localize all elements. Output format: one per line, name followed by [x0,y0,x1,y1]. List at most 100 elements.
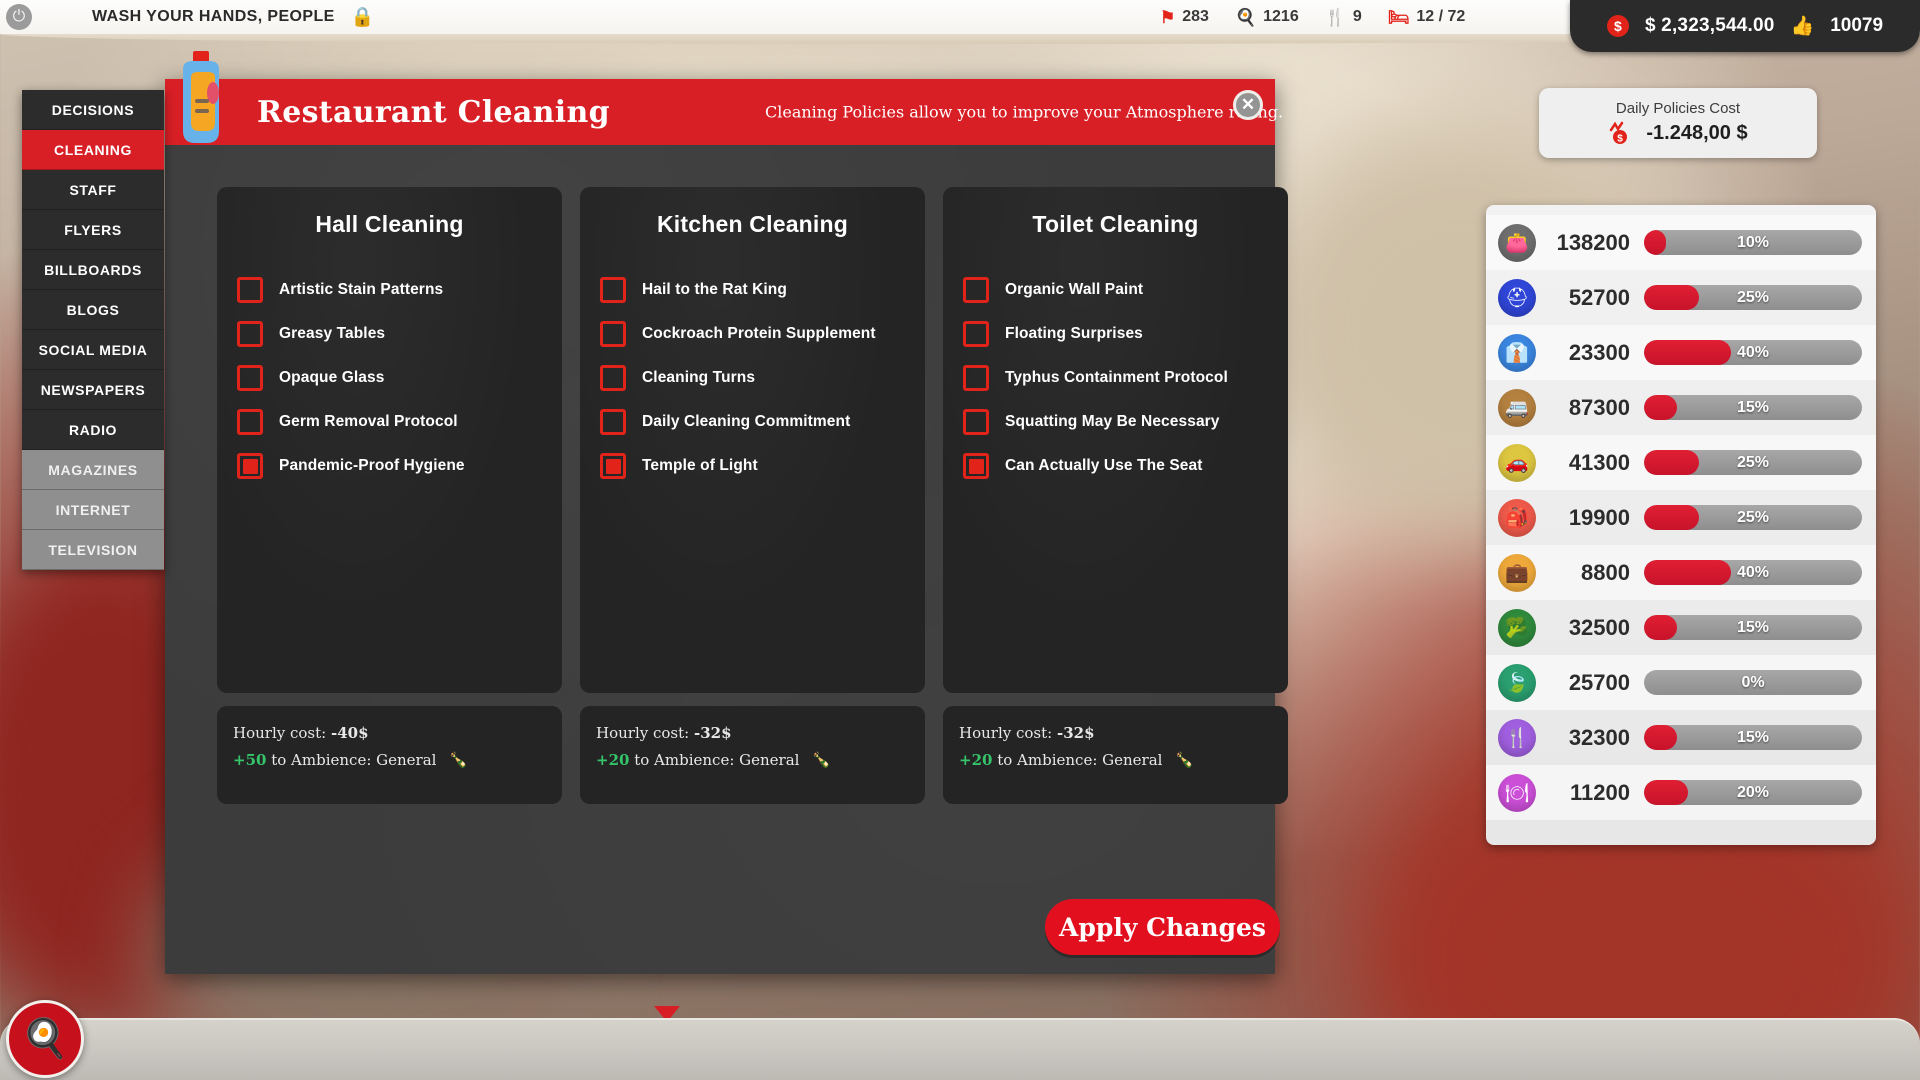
svg-text:$: $ [1618,133,1624,144]
money-drop-icon: $ [1606,15,1629,37]
stat-row[interactable]: 🥦 32500 15% [1486,600,1876,655]
sidebar-item-cleaning[interactable]: CLEANING [22,130,164,170]
stat-percent: 0% [1741,673,1765,691]
ambience-icon: 🍾 [449,751,468,769]
ambience-label: to Ambience: General [997,751,1163,769]
option-row[interactable]: Pandemic-Proof Hygiene [217,444,562,488]
sidebar-item-radio[interactable]: RADIO [22,410,164,450]
stat-row[interactable]: 🍴 32300 15% [1486,710,1876,765]
sidebar-item-billboards[interactable]: BILLBOARDS [22,250,164,290]
stat-row[interactable]: 🚐 87300 15% [1486,380,1876,435]
stat-percent: 40% [1736,343,1770,361]
checkbox-checked-icon[interactable] [237,453,263,479]
stat-row[interactable]: 🎒 19900 25% [1486,490,1876,545]
hall-cleaning-summary: Hourly cost: -40$ +50 to Ambience: Gener… [217,706,562,804]
stat-row[interactable]: 🍃 25700 0% [1486,655,1876,710]
hourly-cost-value: -32$ [1056,724,1095,742]
meals-value: 9 [1352,8,1362,25]
column-hall-cleaning: Hall Cleaning Artistic Stain Patterns Gr… [217,187,562,804]
dinner-icon: 🍽 [1498,773,1536,812]
column-toilet-cleaning: Toilet Cleaning Organic Wall Paint Float… [943,187,1288,804]
option-row[interactable]: Temple of Light [580,444,925,488]
power-icon[interactable]: ⏻ [6,4,32,30]
checkbox-unchecked-icon[interactable] [600,365,626,391]
option-row[interactable]: Daily Cleaning Commitment [580,400,925,444]
car-icon: 🚗 [1498,443,1536,482]
close-icon[interactable]: ✕ [1233,90,1263,120]
stat-percent: 15% [1736,728,1770,746]
checkbox-unchecked-icon[interactable] [963,277,989,303]
checkbox-unchecked-icon[interactable] [237,277,263,303]
hourly-cost-line: Hourly cost: -40$ [233,724,562,742]
detergent-bottle-icon [183,51,219,143]
stat-row[interactable]: ⛑ 52700 25% [1486,270,1876,325]
ambience-icon: 🍾 [812,751,831,769]
sidebar-item-television[interactable]: TELEVISION [22,530,164,570]
ambience-icon: 🍾 [1175,751,1194,769]
option-label: Germ Removal Protocol [279,413,458,430]
option-label: Can Actually Use The Seat [1005,457,1203,474]
stat-value: 32500 [1568,614,1630,640]
sidebar-item-staff[interactable]: STAFF [22,170,164,210]
sidebar-item-decisions[interactable]: DECISIONS [22,90,164,130]
stat-progress-bar: 25% [1644,285,1862,310]
checkbox-checked-icon[interactable] [963,453,989,479]
sidebar-menu: DECISIONS CLEANING STAFF FLYERS BILLBOAR… [22,90,164,570]
sidebar-item-social-media[interactable]: SOCIAL MEDIA [22,330,164,370]
broccoli-icon: 🥦 [1498,608,1536,647]
checkbox-unchecked-icon[interactable] [600,321,626,347]
page-title: Restaurant Cleaning [257,94,610,130]
stat-value: 32300 [1568,724,1630,750]
checkbox-unchecked-icon[interactable] [600,277,626,303]
option-row[interactable]: Opaque Glass [217,356,562,400]
column-kitchen-cleaning: Kitchen Cleaning Hail to the Rat King Co… [580,187,925,804]
stat-percent: 15% [1736,398,1770,416]
option-row[interactable]: Cleaning Turns [580,356,925,400]
wallet-icon: 👛 [1498,223,1536,262]
daily-policies-cost-card: Daily Policies Cost $ -1.248,00 $ [1539,88,1817,158]
checkbox-unchecked-icon[interactable] [963,321,989,347]
checkbox-unchecked-icon[interactable] [237,321,263,347]
stat-row[interactable]: 🍽 11200 20% [1486,765,1876,820]
option-row[interactable]: Artistic Stain Patterns [217,268,562,312]
sidebar-item-internet[interactable]: INTERNET [22,490,164,530]
checkbox-unchecked-icon[interactable] [963,409,989,435]
option-label: Opaque Glass [279,369,385,386]
option-row[interactable]: Squatting May Be Necessary [943,400,1288,444]
checkbox-unchecked-icon[interactable] [963,365,989,391]
option-row[interactable]: Can Actually Use The Seat [943,444,1288,488]
checkbox-checked-icon[interactable] [600,453,626,479]
stat-row[interactable]: 💼 8800 40% [1486,545,1876,600]
lock-icon[interactable]: 🔒 [351,5,375,29]
option-label: Temple of Light [642,457,758,474]
bottom-taskbar [0,1018,1920,1080]
checkbox-unchecked-icon[interactable] [237,365,263,391]
stat-row[interactable]: 👔 23300 40% [1486,325,1876,380]
checkbox-unchecked-icon[interactable] [237,409,263,435]
cleaning-columns: Hall Cleaning Artistic Stain Patterns Gr… [217,187,1288,804]
apply-changes-button[interactable]: Apply Changes [1045,899,1280,955]
option-row[interactable]: Greasy Tables [217,312,562,356]
stat-percent: 25% [1736,288,1770,306]
stat-row[interactable]: 🚗 41300 25% [1486,435,1876,490]
option-row[interactable]: Organic Wall Paint [943,268,1288,312]
sidebar-item-blogs[interactable]: BLOGS [22,290,164,330]
tie-icon: 👔 [1498,333,1536,372]
option-label: Cockroach Protein Supplement [642,325,876,342]
stat-percent: 40% [1736,563,1770,581]
sidebar-item-magazines[interactable]: MAGAZINES [22,450,164,490]
sidebar-item-flyers[interactable]: FLYERS [22,210,164,250]
stat-percent: 15% [1736,618,1770,636]
stat-row[interactable]: 👛 138200 10% [1486,215,1876,270]
option-row[interactable]: Typhus Containment Protocol [943,356,1288,400]
checkbox-unchecked-icon[interactable] [600,409,626,435]
hall-cleaning-card: Hall Cleaning Artistic Stain Patterns Gr… [217,187,562,693]
sidebar-item-newspapers[interactable]: NEWSPAPERS [22,370,164,410]
option-row[interactable]: Hail to the Rat King [580,268,925,312]
chef-hat-logo[interactable]: 🍳 [6,1000,84,1078]
option-row[interactable]: Floating Surprises [943,312,1288,356]
option-row[interactable]: Germ Removal Protocol [217,400,562,444]
table-chairs-icon: 🛏 [1387,7,1410,27]
leaf-icon: 🍃 [1498,663,1536,702]
option-row[interactable]: Cockroach Protein Supplement [580,312,925,356]
